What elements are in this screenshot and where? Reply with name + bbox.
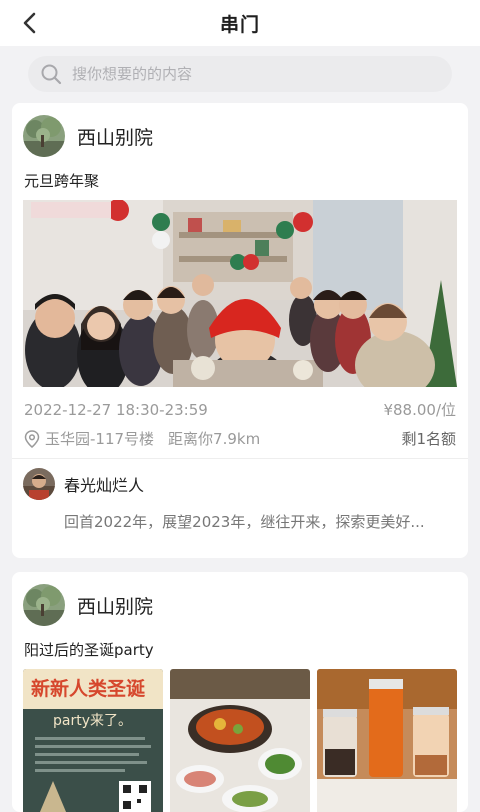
event-location-row: 玉华园-117号楼 距离你7.9km 剩1名额 xyxy=(24,428,456,449)
event-title: 阳过后的圣诞party xyxy=(24,641,154,659)
event-datetime: 2022-12-27 18:30-23:59 xyxy=(24,400,208,419)
poster-headline: 新新人类圣诞 xyxy=(31,677,146,700)
host-name: 西山别院 xyxy=(77,595,154,618)
chevron-left-icon xyxy=(23,12,36,34)
event-title: 元旦跨年聚 xyxy=(24,172,100,190)
search-bar[interactable] xyxy=(28,56,452,92)
event-drinks-photo[interactable] xyxy=(317,669,457,812)
comment-text: 回首2022年，展望2023年，继往开来，探索更美好... xyxy=(64,513,425,531)
comment-avatar[interactable] xyxy=(23,468,55,500)
event-price: ¥88.00/位 xyxy=(383,401,456,419)
event-time-price: 2022-12-27 18:30-23:59 ¥88.00/位 xyxy=(24,399,456,420)
location-pin-icon xyxy=(24,429,40,448)
comment-user-name: 春光灿烂人 xyxy=(64,476,145,495)
back-button[interactable] xyxy=(14,7,46,39)
event-card[interactable]: 西山别院 元旦跨年聚 2022-12-27 18:30-23:59 ¥88.00… xyxy=(12,103,468,558)
host-avatar[interactable] xyxy=(23,115,65,157)
location-name: 玉华园-117号楼 xyxy=(45,430,155,448)
poster-subtext: party来了。 xyxy=(53,713,132,729)
distance-text: 距离你7.9km xyxy=(168,430,261,448)
page-title: 串门 xyxy=(219,13,260,36)
comment-author[interactable]: 春光灿烂人 xyxy=(23,468,144,500)
event-food-photo[interactable] xyxy=(170,669,310,812)
event-photo-strip: 新新人类圣诞 party来了。 xyxy=(23,669,457,812)
location-info[interactable]: 玉华园-117号楼 距离你7.9km xyxy=(24,428,260,449)
event-poster-thumbnail[interactable]: 新新人类圣诞 party来了。 xyxy=(23,669,163,812)
search-icon xyxy=(40,63,62,85)
top-nav-bar: 串门 xyxy=(0,0,480,46)
host-info[interactable]: 西山别院 xyxy=(23,584,153,626)
host-name: 西山别院 xyxy=(77,126,154,149)
host-info[interactable]: 西山别院 xyxy=(23,115,153,157)
search-input[interactable] xyxy=(72,65,412,83)
event-photo[interactable] xyxy=(23,200,457,387)
spots-left: 剩1名额 xyxy=(401,430,456,448)
event-card[interactable]: 西山别院 阳过后的圣诞party 新新人类圣诞 party来了。 xyxy=(12,572,468,812)
host-avatar[interactable] xyxy=(23,584,65,626)
divider xyxy=(12,458,468,459)
